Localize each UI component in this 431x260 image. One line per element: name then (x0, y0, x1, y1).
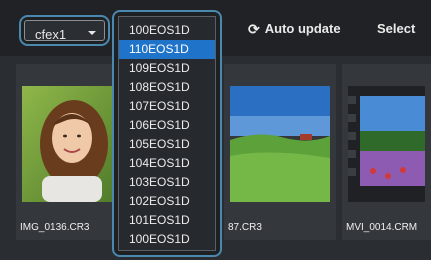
thumbnail-filename: IMG_0136.CR3 (20, 222, 90, 233)
thumbnail-image-movie[interactable] (348, 86, 425, 202)
thumbnail-filename: 87.CR3 (228, 222, 262, 233)
thumbnail-image-portrait[interactable] (22, 86, 118, 202)
folder-option-selected[interactable]: 110EOS1D (119, 40, 215, 59)
folder-option[interactable]: 105EOS1D (119, 135, 215, 154)
card-select[interactable]: cfex1 (19, 15, 110, 46)
card-select-value: cfex1 (35, 27, 67, 42)
folder-option[interactable]: 104EOS1D (119, 154, 215, 173)
thumbnail-item[interactable]: MVI_0014.CRM (342, 64, 431, 240)
refresh-icon: ⟳ (248, 20, 260, 37)
folder-option[interactable]: 106EOS1D (119, 116, 215, 135)
folder-option[interactable]: 109EOS1D (119, 59, 215, 78)
auto-update-label: Auto update (264, 21, 341, 36)
thumbnail-item[interactable]: IMG_0136.CR3 (16, 64, 124, 240)
folder-dropdown[interactable]: 100EOS1D 110EOS1D 109EOS1D 108EOS1D 107E… (112, 10, 222, 257)
card-select-box[interactable]: cfex1 (24, 20, 105, 42)
thumbnail-filename: MVI_0014.CRM (346, 222, 418, 233)
thumbnail-item[interactable]: 87.CR3 (224, 64, 336, 240)
auto-update-button[interactable]: ⟳ Auto update (248, 21, 341, 36)
folder-option[interactable]: 100EOS1D (119, 21, 215, 40)
folder-option[interactable]: 100EOS1D (119, 230, 215, 249)
folder-list[interactable]: 100EOS1D 110EOS1D 109EOS1D 108EOS1D 107E… (118, 16, 216, 251)
folder-option[interactable]: 101EOS1D (119, 211, 215, 230)
chevron-down-icon[interactable] (88, 31, 96, 35)
folder-option[interactable]: 103EOS1D (119, 173, 215, 192)
thumbnail-image-landscape[interactable] (230, 86, 330, 202)
folder-option[interactable]: 102EOS1D (119, 192, 215, 211)
select-button[interactable]: Select (377, 21, 415, 36)
folder-option[interactable]: 107EOS1D (119, 97, 215, 116)
folder-option[interactable]: 108EOS1D (119, 78, 215, 97)
